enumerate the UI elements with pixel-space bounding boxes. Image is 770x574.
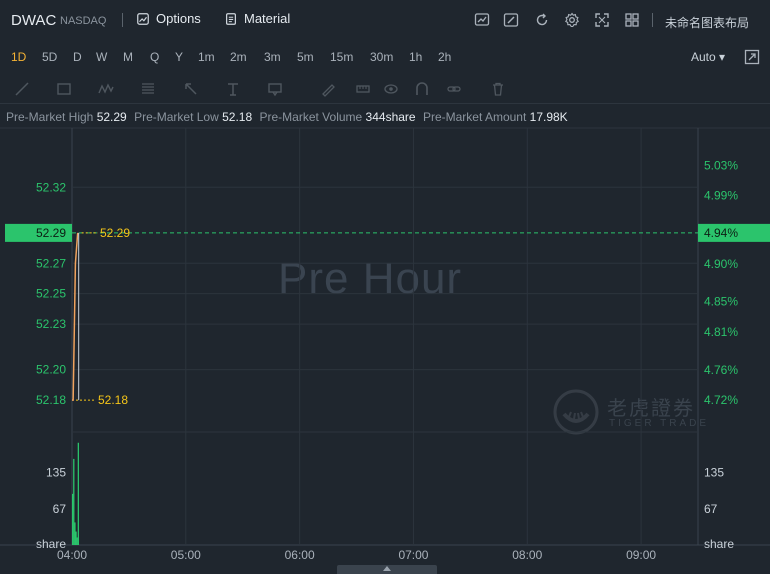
- current-percent-label: 4.94%: [704, 226, 738, 240]
- percent-tick-label: 4.76%: [704, 363, 738, 377]
- volume-bar: [73, 458, 75, 545]
- percent-tick-label: 4.99%: [704, 189, 738, 203]
- volume-unit-left: share: [36, 537, 66, 551]
- x-tick-label: 06:00: [285, 548, 315, 562]
- x-tick-label: 09:00: [626, 548, 656, 562]
- price-tick-label: 52.25: [36, 287, 66, 301]
- price-tick-label: 52.20: [36, 363, 66, 377]
- x-tick-label: 05:00: [171, 548, 201, 562]
- high-marker-label: 52.29: [100, 226, 130, 240]
- x-tick-label: 07:00: [398, 548, 428, 562]
- x-tick-label: 08:00: [512, 548, 542, 562]
- volume-bar: [74, 522, 76, 545]
- volume-tick-right: 67: [704, 502, 718, 516]
- volume-tick-right: 135: [704, 465, 724, 479]
- percent-tick-label: 4.81%: [704, 325, 738, 339]
- volume-unit-right: share: [704, 537, 734, 551]
- volume-bar: [76, 537, 78, 545]
- price-tick-label: 52.18: [36, 393, 66, 407]
- volume-tick-left: 135: [46, 465, 66, 479]
- low-marker-label: 52.18: [98, 393, 128, 407]
- percent-tick-label: 4.85%: [704, 295, 738, 309]
- price-series-line: [72, 232, 79, 401]
- price-tick-label: 52.32: [36, 180, 66, 194]
- price-tick-label: 52.23: [36, 317, 66, 331]
- volume-bar: [77, 442, 79, 545]
- chevron-up-icon: [383, 566, 391, 571]
- current-price-label: 52.29: [36, 226, 66, 240]
- volume-bar: [75, 531, 77, 545]
- percent-tick-label: 4.90%: [704, 257, 738, 271]
- timeline-scroll-handle[interactable]: [337, 565, 437, 574]
- percent-tick-label: 4.72%: [704, 393, 738, 407]
- volume-tick-left: 67: [53, 502, 67, 516]
- price-tick-label: 52.27: [36, 256, 66, 270]
- percent-tick-label: 5.03%: [704, 158, 738, 172]
- price-chart[interactable]: 04:00 05:00 06:00 07:00 08:00 09:0052.3252.27…: [0, 0, 770, 574]
- volume-bar: [72, 493, 74, 545]
